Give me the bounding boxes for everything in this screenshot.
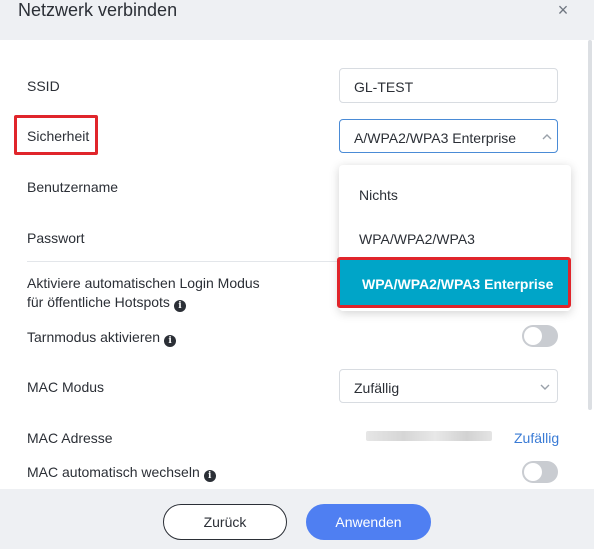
ssid-input[interactable]: GL-TEST [339, 68, 558, 103]
back-button[interactable]: Zurück [163, 504, 287, 540]
dialog-title: Netzwerk verbinden [18, 0, 178, 20]
close-icon[interactable]: × [554, 1, 572, 19]
security-label: Sicherheit [27, 128, 90, 144]
stealth-label-wrap: Tarnmodus aktivieren i [27, 328, 177, 347]
chevron-up-icon [542, 134, 552, 140]
mac-auto-change-toggle[interactable] [522, 461, 558, 483]
auto-login-label-line1: Aktiviere automatischen Login Modus [27, 275, 260, 291]
toggle-knob [524, 327, 542, 345]
stealth-label: Tarnmodus aktivieren [27, 329, 161, 345]
mac-mode-select[interactable]: Zufällig [339, 369, 558, 403]
username-label: Benutzername [27, 179, 119, 195]
apply-button[interactable]: Anwenden [306, 504, 431, 540]
security-value: A/WPA2/WPA3 Enterprise [354, 130, 517, 146]
stealth-toggle[interactable] [522, 325, 558, 347]
info-icon[interactable]: i [203, 470, 216, 482]
dropdown-option-wpa-enterprise[interactable]: WPA/WPA2/WPA3 Enterprise [337, 257, 571, 308]
password-label: Passwort [27, 230, 85, 246]
toggle-knob [524, 463, 542, 481]
mac-address-label: MAC Adresse [27, 430, 113, 446]
scrollbar[interactable] [588, 40, 592, 410]
chevron-down-icon [540, 384, 550, 390]
auto-login-label-line2-wrap: für öffentliche Hotspots i [27, 293, 186, 312]
security-select[interactable]: A/WPA2/WPA3 Enterprise [339, 119, 558, 153]
mac-address-value-blurred [366, 431, 492, 441]
auto-login-label-line2: für öffentliche Hotspots [27, 294, 170, 310]
info-icon[interactable]: i [164, 335, 177, 347]
mac-mode-value: Zufällig [354, 380, 400, 396]
dialog-footer [0, 489, 594, 549]
dialog-header: Netzwerk verbinden × [0, 0, 594, 40]
mac-mode-label: MAC Modus [27, 379, 105, 395]
ssid-label: SSID [27, 78, 60, 94]
mac-auto-change-label-wrap: MAC automatisch wechseln i [27, 463, 216, 482]
ssid-value: GL-TEST [354, 79, 414, 95]
dropdown-option-wpa[interactable]: WPA/WPA2/WPA3 [359, 230, 475, 248]
info-icon[interactable]: i [173, 300, 186, 312]
dropdown-option-nichts[interactable]: Nichts [359, 186, 398, 204]
mac-random-link[interactable]: Zufällig [514, 429, 559, 447]
dropdown-option-wpa-enterprise-label: WPA/WPA2/WPA3 Enterprise [362, 276, 554, 292]
mac-auto-change-label: MAC automatisch wechseln [27, 464, 200, 480]
